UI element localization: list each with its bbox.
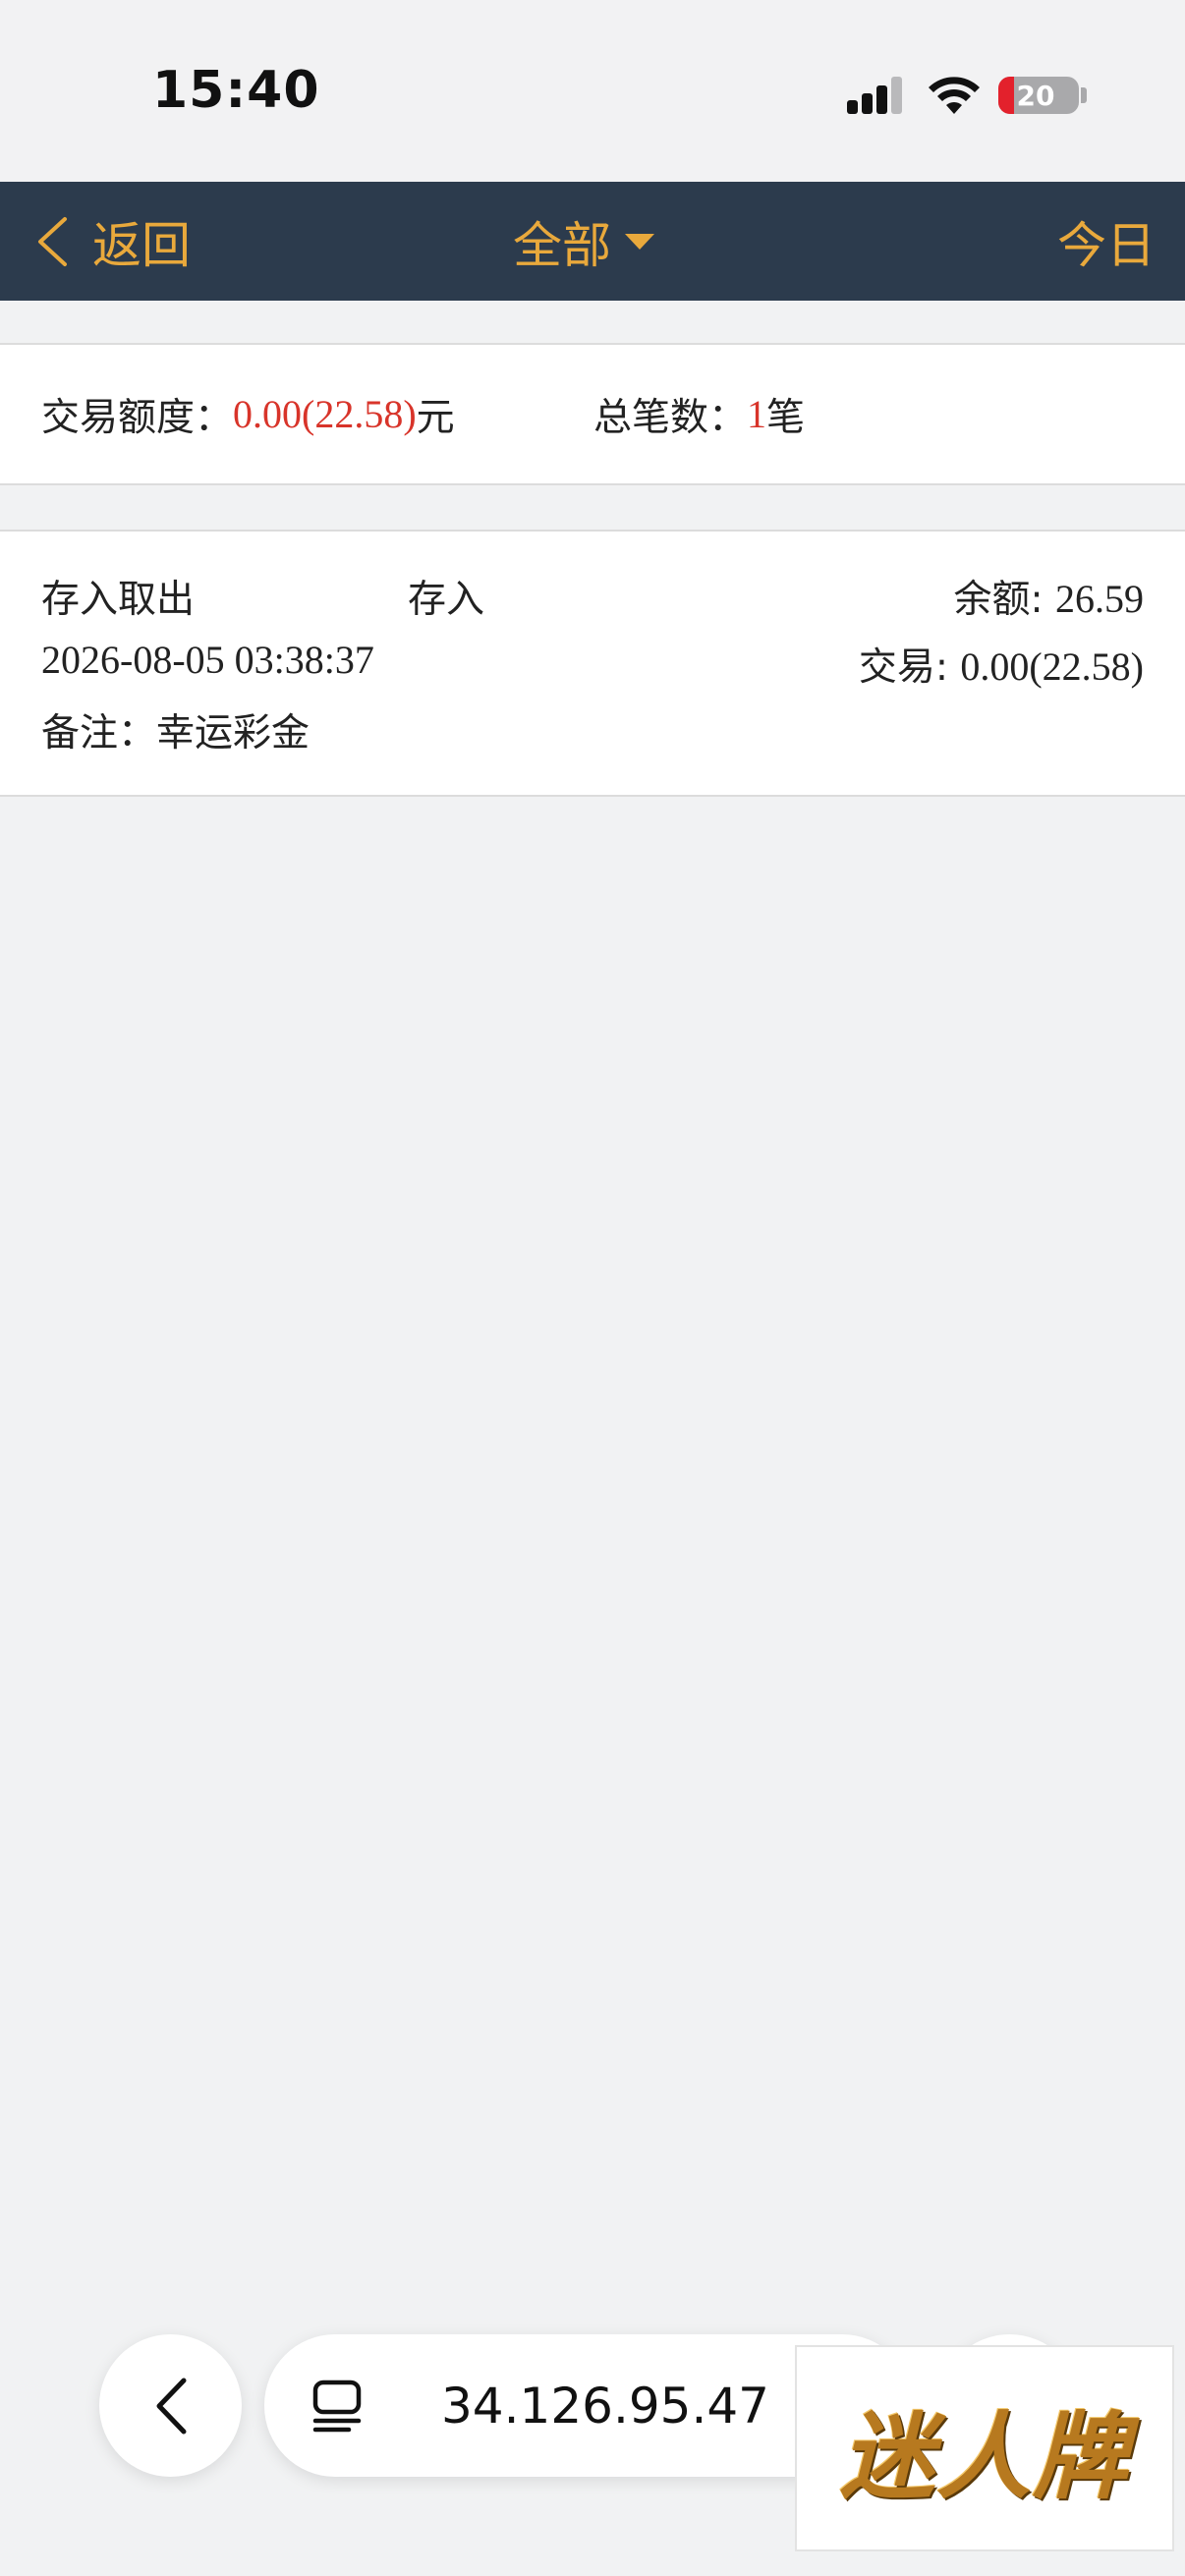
status-bar: 15:40 20 [0,0,1185,182]
total-count-value: 1 [747,392,767,436]
status-time: 15:40 [152,61,320,120]
record-note-label: 备注： [41,711,157,756]
total-count-unit: 笔 [766,395,806,440]
record-trade-value: 0.00(22.58) [960,644,1144,689]
chevron-left-icon [156,2378,186,2434]
filter-dropdown[interactable]: 全部 [513,182,654,301]
trade-amount-unit: 元 [416,395,455,440]
logo-overlay: 迷人牌 [795,2345,1174,2551]
total-count-summary: 总笔数： 1 笔 [593,345,805,483]
trade-amount-value: 0.00(22.58) [233,392,417,436]
logo: 迷人牌 [840,2400,1129,2512]
back-button[interactable]: 返回 [35,182,191,301]
nav-bar: 返回 全部 今日 [0,182,1185,301]
trade-amount-label: 交易额度： [41,395,234,440]
total-count-label: 总笔数： [593,395,748,440]
caret-down-icon [625,233,654,250]
record-datetime: 2026-08-05 03:38:37 [41,638,374,682]
battery-level: 20 [1016,79,1055,112]
record-trade-label: 交易: [858,645,961,690]
back-label: 返回 [92,216,191,274]
record-trade: 交易: 0.00(22.58) [859,637,1144,692]
list-item[interactable]: 存入取出 存入 余额: 26.59 2026-08-05 03:38:37 交易… [0,530,1185,797]
today-button[interactable]: 今日 [1057,182,1156,301]
record-note-value: 幸运彩金 [156,711,310,756]
record-type: 存入 [408,578,485,622]
url-text: 34.126.95.47 [441,2377,769,2435]
record-balance: 余额: 26.59 [953,569,1144,624]
chevron-left-icon [38,216,67,266]
tabs-icon[interactable] [311,2380,363,2433]
battery-icon: 20 [998,77,1079,114]
filter-label: 全部 [513,216,611,274]
record-balance-label: 余额: [953,578,1055,622]
cellular-signal-icon [847,77,906,114]
trade-amount-summary: 交易额度： 0.00(22.58) 元 [41,345,455,483]
summary-card: 交易额度： 0.00(22.58) 元 总笔数： 1 笔 [0,343,1185,485]
browser-back-button[interactable] [99,2334,242,2477]
record-balance-value: 26.59 [1055,577,1144,621]
battery-tip [1081,87,1087,103]
wifi-icon [929,77,980,114]
record-note: 备注：幸运彩金 [41,702,310,757]
record-category: 存入取出 [41,578,196,622]
